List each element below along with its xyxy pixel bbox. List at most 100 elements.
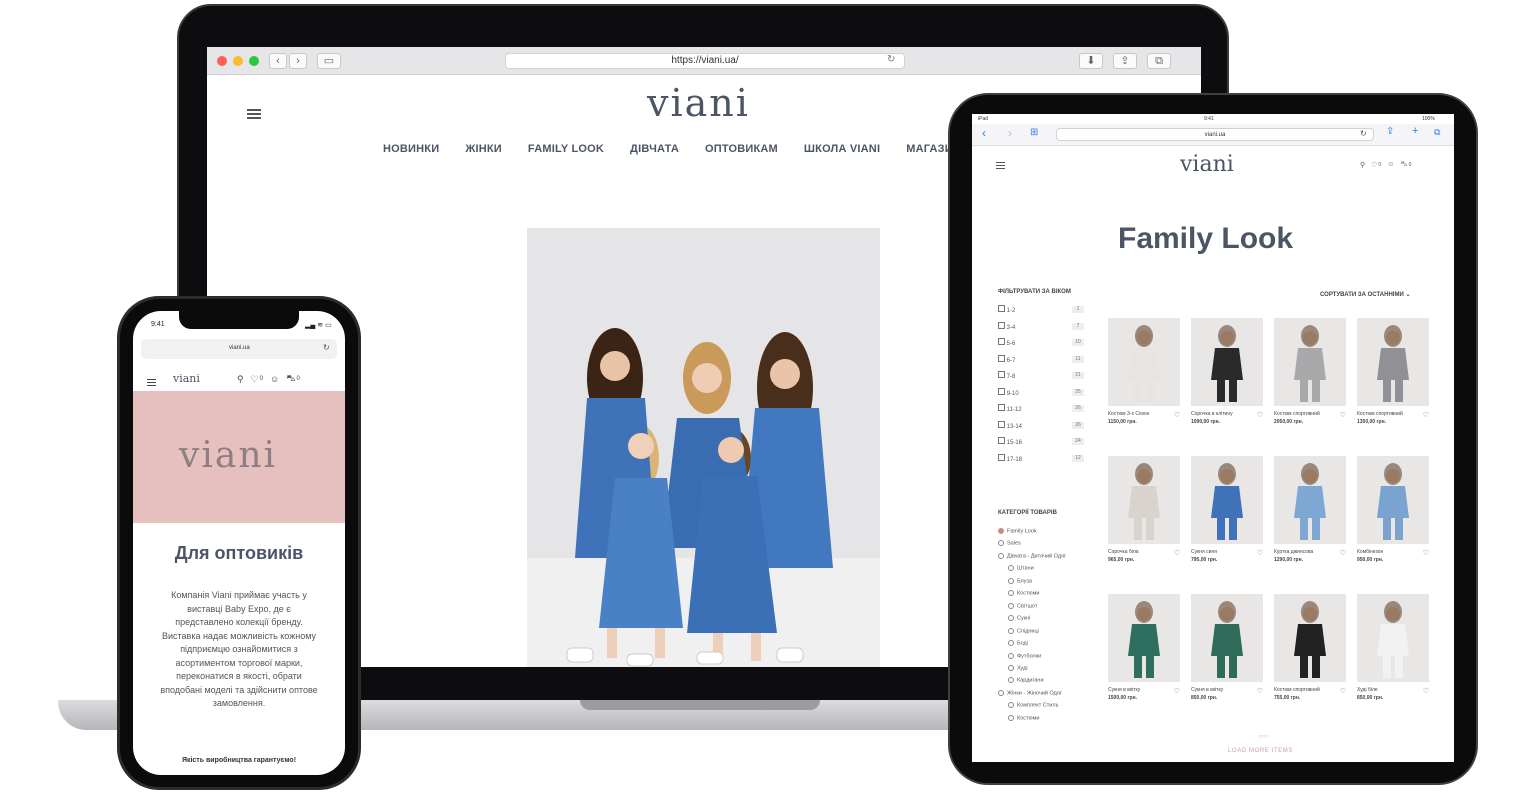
product-name[interactable]: Костюм 3-х Сезон	[1108, 411, 1168, 419]
product-card[interactable]: Сорочка в клітину ♡ 1090,00 грн.	[1191, 318, 1263, 456]
tabs-icon[interactable]: ⧉	[1434, 127, 1440, 138]
radio-icon[interactable]	[998, 552, 1004, 559]
wishlist-icon[interactable]: ♡	[1371, 161, 1377, 169]
product-image[interactable]	[1191, 594, 1263, 682]
product-image[interactable]	[1357, 318, 1429, 406]
radio-icon[interactable]	[1008, 565, 1014, 572]
menu-icon[interactable]	[996, 162, 1005, 163]
nav-girls[interactable]: ДІВЧАТА	[630, 143, 679, 155]
radio-icon[interactable]	[998, 689, 1004, 696]
age-filter-item[interactable]: 11-12 26	[998, 404, 1084, 413]
nav-women[interactable]: ЖІНКИ	[465, 143, 502, 155]
heart-icon[interactable]: ♡	[1257, 549, 1263, 557]
age-filter-item[interactable]: 5-6 10	[998, 338, 1084, 347]
product-image[interactable]	[1108, 456, 1180, 544]
age-filter-item[interactable]: 1-2 1	[998, 305, 1084, 314]
product-name[interactable]: Костюм спортивний	[1357, 411, 1417, 419]
age-filter-item[interactable]: 9-10 25	[998, 387, 1084, 397]
product-image[interactable]	[1274, 456, 1346, 544]
heart-icon[interactable]: ♡	[1340, 411, 1346, 419]
checkbox-icon[interactable]	[998, 437, 1005, 445]
reload-icon[interactable]: ↻	[1360, 129, 1367, 138]
heart-icon[interactable]: ♡	[1174, 411, 1180, 419]
category-item[interactable]: Блуза	[998, 577, 1108, 584]
radio-icon[interactable]	[1008, 714, 1014, 721]
category-item[interactable]: Кардигани	[998, 677, 1108, 684]
forward-icon[interactable]: ›	[289, 53, 307, 69]
product-card[interactable]: Костюм спортивний ♡ 755,00 грн.	[1274, 594, 1346, 732]
site-logo[interactable]: viani	[647, 81, 750, 125]
product-card[interactable]: Костюм 3-х Сезон ♡ 1150,00 грн.	[1108, 318, 1180, 456]
heart-icon[interactable]: ♡	[1423, 687, 1429, 695]
age-filter-item[interactable]: 6-7 11	[998, 354, 1084, 364]
radio-icon[interactable]	[1008, 615, 1014, 622]
reload-icon[interactable]: ↻	[323, 343, 330, 352]
product-image[interactable]	[1108, 594, 1180, 682]
checkbox-icon[interactable]	[998, 321, 1005, 329]
heart-icon[interactable]: ♡	[1257, 411, 1263, 419]
nav-new[interactable]: НОВИНКИ	[383, 143, 439, 155]
account-icon[interactable]: ☺	[1387, 161, 1394, 168]
product-name[interactable]: Комбінезон	[1357, 549, 1417, 557]
close-window-icon[interactable]	[217, 56, 227, 66]
radio-icon[interactable]	[1008, 702, 1014, 709]
category-item[interactable]: Худі	[998, 664, 1108, 671]
menu-icon[interactable]	[247, 109, 261, 111]
site-logo[interactable]: viani	[1180, 152, 1234, 177]
checkbox-icon[interactable]	[998, 338, 1005, 346]
sidebar-icon[interactable]: ▭	[317, 53, 341, 69]
tabs-icon[interactable]: ⧉	[1147, 53, 1171, 69]
radio-icon[interactable]	[1008, 677, 1014, 684]
product-name[interactable]: Куртка джинсова	[1274, 549, 1334, 557]
search-icon[interactable]: ⚲	[1360, 161, 1365, 169]
product-name[interactable]: Костюм спортивний	[1274, 687, 1334, 695]
heart-icon[interactable]: ♡	[1257, 687, 1263, 695]
checkbox-icon[interactable]	[998, 354, 1005, 362]
radio-icon[interactable]	[998, 528, 1004, 534]
download-icon[interactable]: ⬇	[1079, 53, 1103, 69]
product-image[interactable]	[1108, 318, 1180, 406]
back-icon[interactable]: ‹	[269, 53, 287, 69]
category-item[interactable]: Дівчата - Дитячий Одяг	[998, 552, 1108, 559]
heart-icon[interactable]: ♡	[1340, 687, 1346, 695]
forward-icon[interactable]: ›	[1008, 126, 1012, 140]
radio-icon[interactable]	[1008, 627, 1014, 634]
product-card[interactable]: Сукня синя ♡ 795,00 грн.	[1191, 456, 1263, 594]
product-card[interactable]: Сорочка біла ♡ 965,00 грн.	[1108, 456, 1180, 594]
product-name[interactable]: Сукня синя	[1191, 549, 1251, 557]
radio-icon[interactable]	[1008, 577, 1014, 584]
nav-family-look[interactable]: FAMILY LOOK	[528, 143, 604, 155]
category-item[interactable]: Комплект Стиль	[998, 702, 1108, 709]
product-card[interactable]: Костюм спортивний ♡ 1350,00 грн.	[1357, 318, 1429, 456]
maximize-window-icon[interactable]	[249, 56, 259, 66]
category-item[interactable]: Sales	[998, 540, 1108, 547]
radio-icon[interactable]	[1008, 590, 1014, 597]
checkbox-icon[interactable]	[998, 404, 1005, 412]
account-icon[interactable]: ☺	[270, 374, 279, 384]
product-card[interactable]: Комбінезон ♡ 950,00 грн.	[1357, 456, 1429, 594]
category-item[interactable]: Боді	[998, 640, 1108, 647]
cart-icon[interactable]: ⛍	[286, 373, 295, 385]
product-card[interactable]: Костюм спортивний ♡ 2050,00 грн.	[1274, 318, 1346, 456]
radio-icon[interactable]	[1008, 640, 1014, 647]
reload-icon[interactable]: ↻	[887, 54, 895, 65]
new-tab-icon[interactable]: +	[1412, 125, 1418, 137]
category-item[interactable]: Штани	[998, 565, 1108, 572]
product-name[interactable]: Худі біле	[1357, 687, 1417, 695]
site-logo[interactable]: viani	[173, 372, 200, 385]
heart-icon[interactable]: ♡	[1423, 549, 1429, 557]
radio-icon[interactable]	[998, 540, 1004, 547]
radio-icon[interactable]	[1008, 652, 1014, 659]
checkbox-icon[interactable]	[998, 453, 1005, 461]
address-bar[interactable]: https://viani.ua/	[505, 53, 905, 69]
product-name[interactable]: Сорочка біла	[1108, 549, 1168, 557]
radio-icon[interactable]	[1008, 602, 1014, 609]
product-image[interactable]	[1274, 594, 1346, 682]
category-item[interactable]: Світшот	[998, 602, 1108, 609]
share-icon[interactable]: ⇪	[1386, 126, 1394, 137]
back-icon[interactable]: ‹	[982, 126, 986, 140]
minimize-window-icon[interactable]	[233, 56, 243, 66]
product-name[interactable]: Костюм спортивний	[1274, 411, 1334, 419]
menu-icon[interactable]	[147, 379, 156, 380]
cart-icon[interactable]: ⛍	[1400, 160, 1407, 169]
